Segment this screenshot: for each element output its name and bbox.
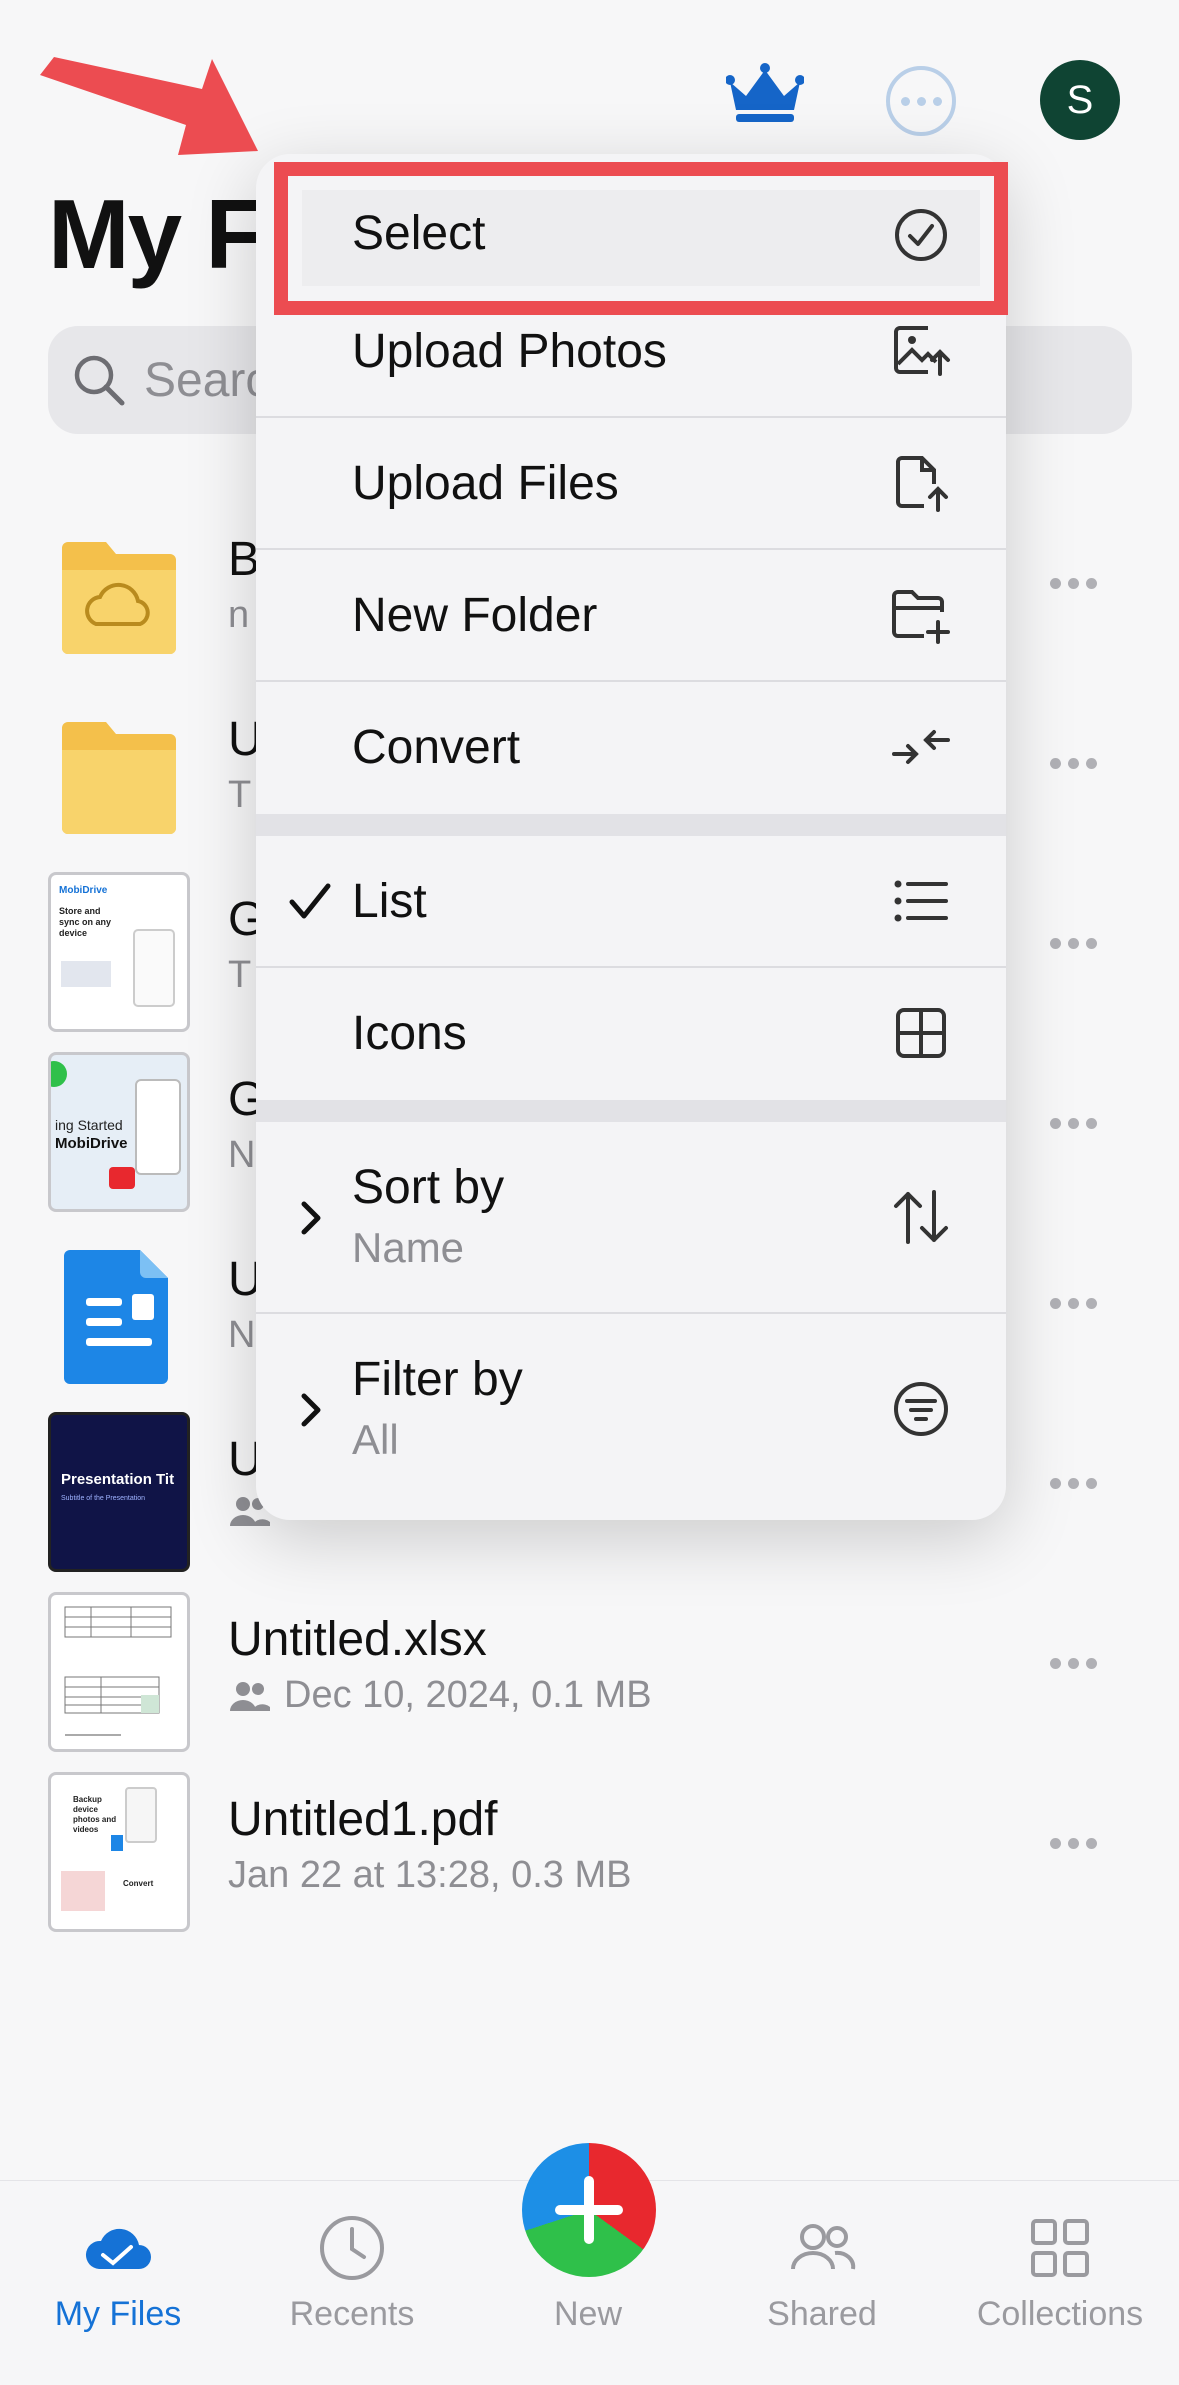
tab-label: Shared bbox=[767, 2295, 877, 2333]
context-menu: Upload Photos Upload Files New Folder Co… bbox=[256, 154, 1006, 1520]
sort-icon bbox=[894, 1190, 948, 1244]
filter-icon bbox=[894, 1382, 948, 1436]
menu-item-list[interactable]: List bbox=[256, 836, 1006, 968]
presentation-thumbnail: Presentation Tit Subtitle of the Present… bbox=[48, 1412, 190, 1572]
collections-icon bbox=[1031, 2219, 1089, 2277]
cloud-folder-icon bbox=[62, 542, 176, 654]
spreadsheet-thumbnail bbox=[48, 1592, 190, 1752]
row-more-button[interactable] bbox=[1050, 1658, 1097, 1669]
chevron-right-icon bbox=[301, 1201, 321, 1235]
plus-icon bbox=[555, 2176, 623, 2244]
checkmark-icon bbox=[289, 883, 331, 919]
menu-item-label: Convert bbox=[352, 721, 521, 774]
tab-label: My Files bbox=[54, 2295, 182, 2333]
row-more-button[interactable] bbox=[1050, 1298, 1097, 1309]
dot-icon bbox=[916, 96, 926, 106]
file-meta: N bbox=[228, 1134, 256, 1176]
tab-recents[interactable]: Recents bbox=[252, 2211, 452, 2334]
file-meta-text: Dec 10, 2024, 0.1 MB bbox=[284, 1674, 652, 1716]
document-icon bbox=[64, 1250, 168, 1384]
clock-icon bbox=[320, 2216, 384, 2280]
row-more-button[interactable] bbox=[1050, 938, 1097, 949]
convert-icon bbox=[892, 730, 950, 764]
tab-label: Recents bbox=[289, 2295, 415, 2333]
document-thumbnail: ing Started MobiDrive bbox=[48, 1052, 190, 1212]
file-meta: Dec 10, 2024, 0.1 MB bbox=[228, 1674, 652, 1717]
new-button[interactable] bbox=[522, 2143, 656, 2277]
more-options-button[interactable] bbox=[886, 66, 956, 136]
list-item[interactable]: Untitled.xlsx Dec 10, 2024, 0.1 MB bbox=[0, 1568, 1179, 1752]
menu-item-upload-files[interactable]: Upload Files bbox=[256, 418, 1006, 550]
menu-item-label: Upload Files bbox=[352, 457, 619, 510]
shared-people-icon bbox=[230, 1681, 270, 1711]
menu-item-select-label[interactable]: Select bbox=[352, 206, 485, 261]
menu-item-convert[interactable]: Convert bbox=[256, 682, 1006, 814]
menu-item-filter-by[interactable]: Filter by All bbox=[256, 1314, 1006, 1520]
menu-item-label: Icons bbox=[352, 1007, 467, 1060]
file-meta: N bbox=[228, 1314, 256, 1356]
crown-icon[interactable] bbox=[726, 62, 804, 126]
menu-separator bbox=[256, 814, 1006, 836]
file-meta: T bbox=[228, 774, 252, 816]
row-more-button[interactable] bbox=[1050, 1838, 1097, 1849]
row-more-button[interactable] bbox=[1050, 578, 1097, 589]
avatar[interactable]: S bbox=[1040, 60, 1120, 140]
select-check-circle-icon bbox=[895, 209, 947, 261]
row-more-button[interactable] bbox=[1050, 1478, 1097, 1489]
dot-icon bbox=[932, 96, 942, 106]
menu-item-label: Sort by bbox=[352, 1161, 505, 1214]
grid-view-icon bbox=[896, 1008, 946, 1058]
new-folder-icon bbox=[892, 590, 950, 644]
document-thumbnail: MobiDrive Store and sync on any device bbox=[48, 872, 190, 1032]
pointer-arrow-icon bbox=[40, 57, 258, 155]
tab-shared[interactable]: Shared bbox=[722, 2211, 922, 2334]
people-icon bbox=[791, 2224, 856, 2270]
row-more-button[interactable] bbox=[1050, 758, 1097, 769]
file-name: Untitled.xlsx bbox=[228, 1613, 487, 1666]
folder-icon bbox=[62, 722, 176, 834]
row-more-button[interactable] bbox=[1050, 1118, 1097, 1129]
menu-item-label: List bbox=[352, 875, 427, 928]
sort-value: Name bbox=[352, 1224, 465, 1271]
tab-label: Collections bbox=[976, 2295, 1144, 2333]
search-icon bbox=[74, 355, 125, 406]
menu-separator bbox=[256, 1100, 1006, 1122]
tab-collections[interactable]: Collections bbox=[960, 2211, 1160, 2334]
file-name: Untitled1.pdf bbox=[228, 1793, 498, 1846]
pdf-thumbnail: Backup device photos and videos Convert bbox=[48, 1772, 190, 1932]
file-meta: Jan 22 at 13:28, 0.3 MB bbox=[228, 1854, 632, 1896]
file-meta: T bbox=[228, 954, 252, 996]
chevron-right-icon bbox=[301, 1393, 321, 1427]
menu-item-label: Filter by bbox=[352, 1353, 523, 1406]
filter-value: All bbox=[352, 1416, 399, 1463]
menu-item-sort-by[interactable]: Sort by Name bbox=[256, 1122, 1006, 1314]
cloud-icon bbox=[85, 2228, 151, 2269]
file-meta: n bbox=[228, 594, 250, 636]
menu-item-icons[interactable]: Icons bbox=[256, 968, 1006, 1100]
upload-photos-icon bbox=[894, 326, 950, 376]
tab-label: New bbox=[553, 2295, 623, 2333]
menu-item-label: Upload Photos bbox=[352, 325, 667, 378]
dot-icon bbox=[900, 96, 910, 106]
upload-file-icon bbox=[896, 456, 948, 512]
list-view-icon bbox=[894, 880, 948, 922]
menu-item-label: New Folder bbox=[352, 589, 598, 642]
menu-item-new-folder[interactable]: New Folder bbox=[256, 550, 1006, 682]
list-item[interactable]: Backup device photos and videos Convert … bbox=[0, 1748, 1179, 1932]
tab-my-files[interactable]: My Files bbox=[18, 2211, 218, 2334]
tab-bar: My Files Recents New Shared Collections bbox=[0, 2143, 1179, 2385]
